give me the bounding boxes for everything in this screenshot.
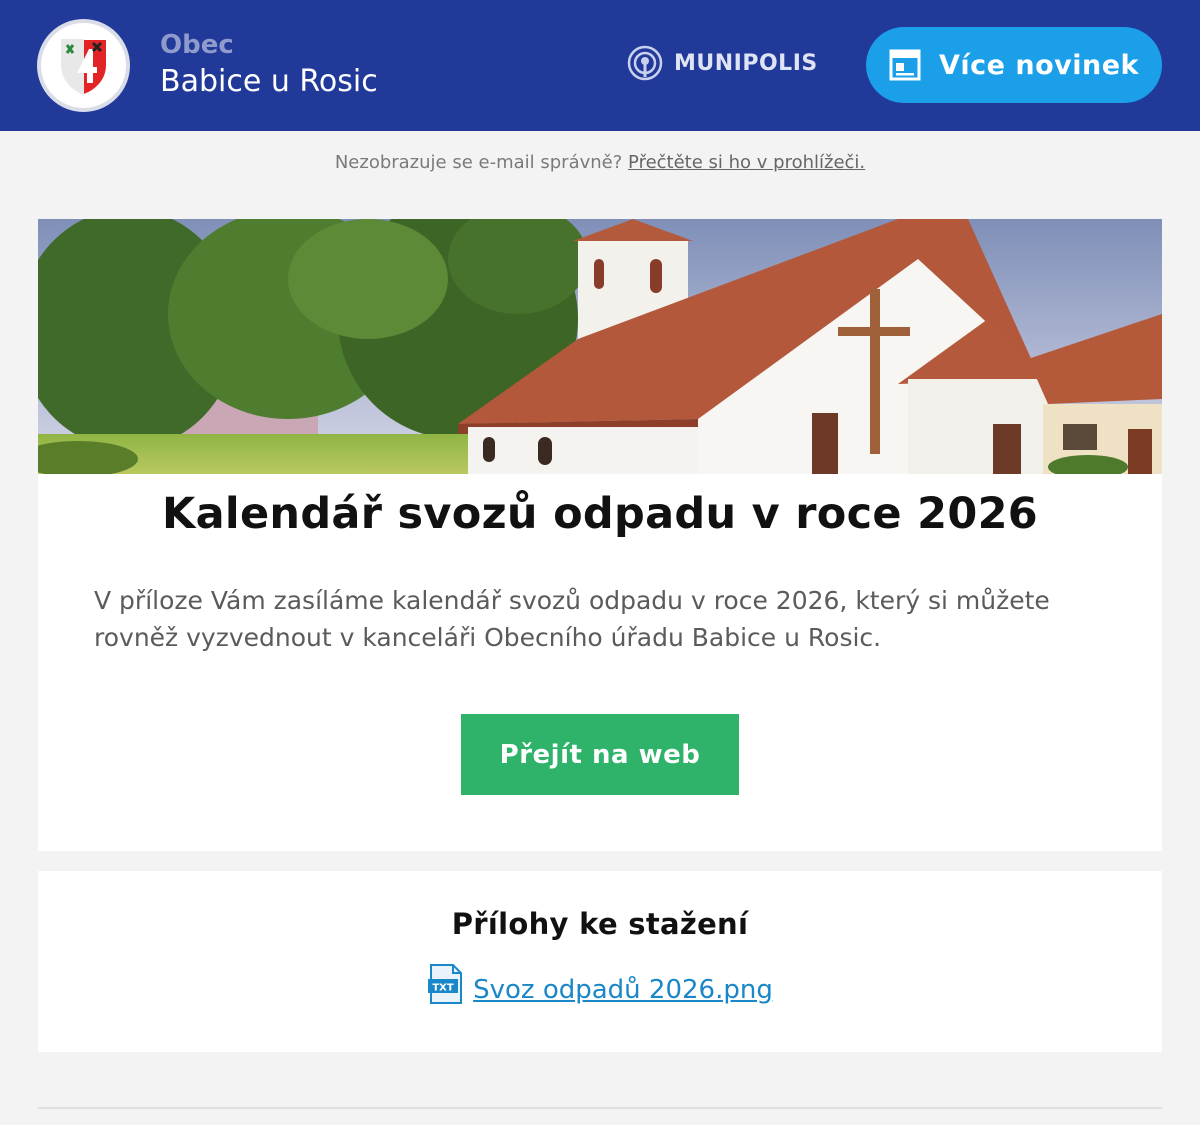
footer-divider: [38, 1107, 1162, 1109]
coat-of-arms-icon: [59, 37, 108, 96]
article-card: Kalendář svozů odpadu v roce 2026 V příl…: [38, 219, 1162, 851]
hero-image: [38, 219, 1162, 474]
article-title: Kalendář svozů odpadu v roce 2026: [161, 489, 1039, 539]
attachment-link[interactable]: Svoz odpadů 2026.png: [473, 975, 773, 1005]
browser-notice-text: Nezobrazuje se e-mail správně?: [334, 152, 623, 173]
municipality-name: Babice u Rosic: [160, 64, 378, 99]
view-in-browser-link[interactable]: Přečtěte si ho v prohlížeči.: [628, 152, 865, 173]
newspaper-icon: [889, 49, 921, 81]
browser-notice: Nezobrazuje se e-mail správně? Přečtěte …: [0, 152, 1200, 173]
attachments-card: Přílohy ke stažení TXT Svoz odpadů 2026.…: [38, 871, 1162, 1052]
more-news-button[interactable]: Více novinek: [866, 27, 1162, 103]
header-bar: Obec Babice u Rosic MUNIPOLIS Více novin…: [0, 0, 1200, 131]
file-type-label: TXT: [432, 983, 454, 994]
txt-file-icon: TXT: [428, 964, 463, 1004]
munipolis-logo-text: MUNIPOLIS: [674, 50, 818, 76]
broadcast-icon: [627, 45, 663, 81]
munipolis-logo[interactable]: MUNIPOLIS: [626, 44, 818, 82]
attachments-title: Přílohy ke stažení: [451, 907, 749, 941]
go-to-web-button[interactable]: Přejít na web: [461, 714, 739, 795]
article-body: V příloze Vám zasíláme kalendář svozů od…: [94, 586, 1050, 652]
attachment-item: TXT Svoz odpadů 2026.png: [38, 963, 1162, 1005]
more-news-label: Více novinek: [939, 49, 1139, 81]
municipality-logo[interactable]: [37, 19, 130, 112]
church-photo: [38, 219, 1162, 474]
brand-obec-label: Obec: [160, 30, 234, 60]
